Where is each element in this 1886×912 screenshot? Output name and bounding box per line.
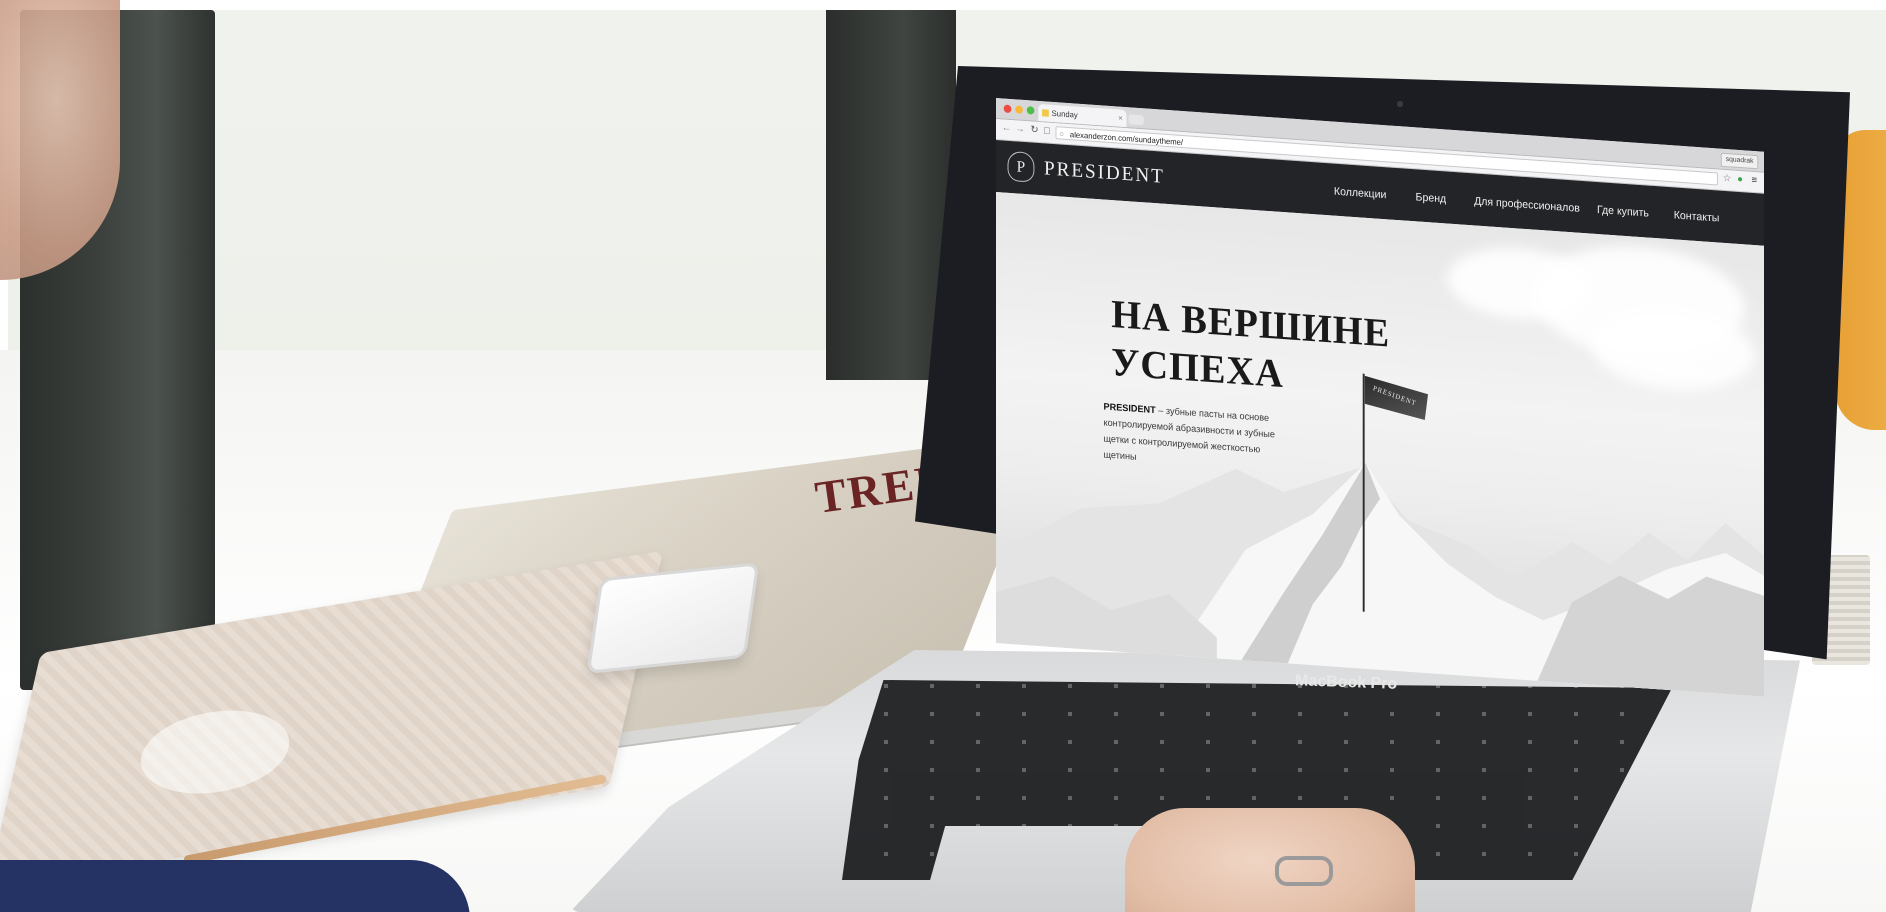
page-icon: ○ [1059,129,1065,139]
extension-icon[interactable]: ● [1737,174,1743,185]
minimize-window-icon[interactable] [1015,105,1023,114]
photo-scene: TREE MacBook Pro Sunday × squadrak ← → ↻… [0,0,1886,912]
tab-title: Sunday [1051,108,1078,120]
nav-collections[interactable]: Коллекции [1334,186,1386,202]
hero-title: НА ВЕРШИНЕ УСПЕХА [1111,290,1390,406]
menu-icon[interactable]: ≡ [1752,175,1758,186]
close-window-icon[interactable] [1003,104,1012,114]
smartphone [586,562,760,674]
reload-icon[interactable]: ↻ [1031,124,1039,136]
nav-professionals[interactable]: Для профессионалов [1474,195,1580,214]
hero-desc-brand: PRESIDENT [1103,401,1156,417]
laptop-screen: Sunday × squadrak ← → ↻ □ ○ alexanderzon… [996,98,1764,772]
tab-close-icon[interactable]: × [1118,110,1122,127]
hero-banner: НА ВЕРШИНЕ УСПЕХА PRESIDENT – зубные пас… [996,192,1764,697]
nav-where-to-buy[interactable]: Где купить [1597,204,1649,220]
flag-pole [1362,373,1365,612]
hero-description: PRESIDENT – зубные пасты на основе контр… [1104,400,1296,477]
star-icon[interactable]: ☆ [1723,173,1732,185]
mountain-range [996,462,1764,697]
back-arrow-icon[interactable]: ← [1002,122,1012,134]
nav-brand[interactable]: Бренд [1416,191,1447,205]
nav-contacts[interactable]: Контакты [1674,209,1720,224]
hand [1125,808,1415,912]
url-text: alexanderzon.com/sundaytheme/ [1069,130,1184,148]
ring [1275,856,1333,886]
maximize-window-icon[interactable] [1026,106,1035,115]
browser-window: Sunday × squadrak ← → ↻ □ ○ alexanderzon… [996,98,1764,697]
page-info-icon[interactable]: □ [1044,125,1050,136]
profile-button[interactable]: squadrak [1720,152,1759,170]
blue-sweater [0,860,470,912]
camera-icon [1397,101,1403,107]
logo-emblem-icon[interactable]: P [1007,150,1035,183]
forward-arrow-icon[interactable]: → [1015,123,1025,135]
new-tab-button[interactable] [1128,114,1144,126]
site-logo[interactable]: PRESIDENT [1044,157,1165,188]
favicon-icon [1042,109,1049,117]
